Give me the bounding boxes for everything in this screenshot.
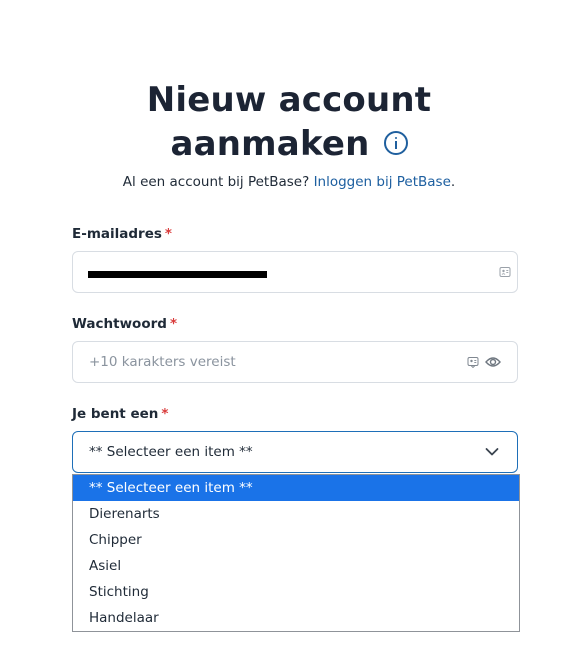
password-label-text: Wachtwoord [72,316,167,332]
role-label-text: Je bent een [72,406,159,422]
password-placeholder: +10 karakters vereist [89,354,236,370]
login-prompt-end: . [450,174,456,190]
role-selected-value: ** Selecteer een item ** [89,444,253,460]
contact-card-icon[interactable] [499,266,511,278]
role-label: Je bent een * [72,406,168,422]
show-password-eye-icon[interactable] [485,355,501,369]
password-field[interactable]: +10 karakters vereist [72,341,518,383]
title-line-2: aanmaken [170,124,370,164]
password-label: Wachtwoord * [72,316,177,332]
required-mark: * [161,406,169,422]
role-select[interactable]: ** Selecteer een item ** [72,431,518,473]
role-option-handelaar[interactable]: Handelaar [73,605,519,631]
email-label: E-mailadres * [72,226,172,242]
info-icon[interactable] [383,130,408,155]
role-option-chipper[interactable]: Chipper [73,527,519,553]
role-option-selected[interactable]: ** Selecteer een item ** [73,475,519,501]
redacted-value [88,271,267,278]
role-option-dierenarts[interactable]: Dierenarts [73,501,519,527]
login-link[interactable]: Inloggen bij PetBase [314,174,451,190]
required-mark: * [169,316,177,332]
role-dropdown-list[interactable]: ** Selecteer een item ** Dierenarts Chip… [72,474,520,632]
login-prompt: Al een account bij PetBase? Inloggen bij… [0,174,578,190]
role-option-asiel[interactable]: Asiel [73,553,519,579]
role-option-stichting[interactable]: Stichting [73,579,519,605]
title-line-1: Nieuw account [146,80,432,120]
chevron-down-icon[interactable] [485,447,499,457]
email-field[interactable] [72,251,518,293]
login-prompt-text: Al een account bij PetBase? [122,174,310,190]
required-mark: * [164,226,172,242]
email-label-text: E-mailadres [72,226,162,242]
page-title: Nieuw account aanmaken [0,78,578,166]
password-manager-icon[interactable] [467,356,479,368]
